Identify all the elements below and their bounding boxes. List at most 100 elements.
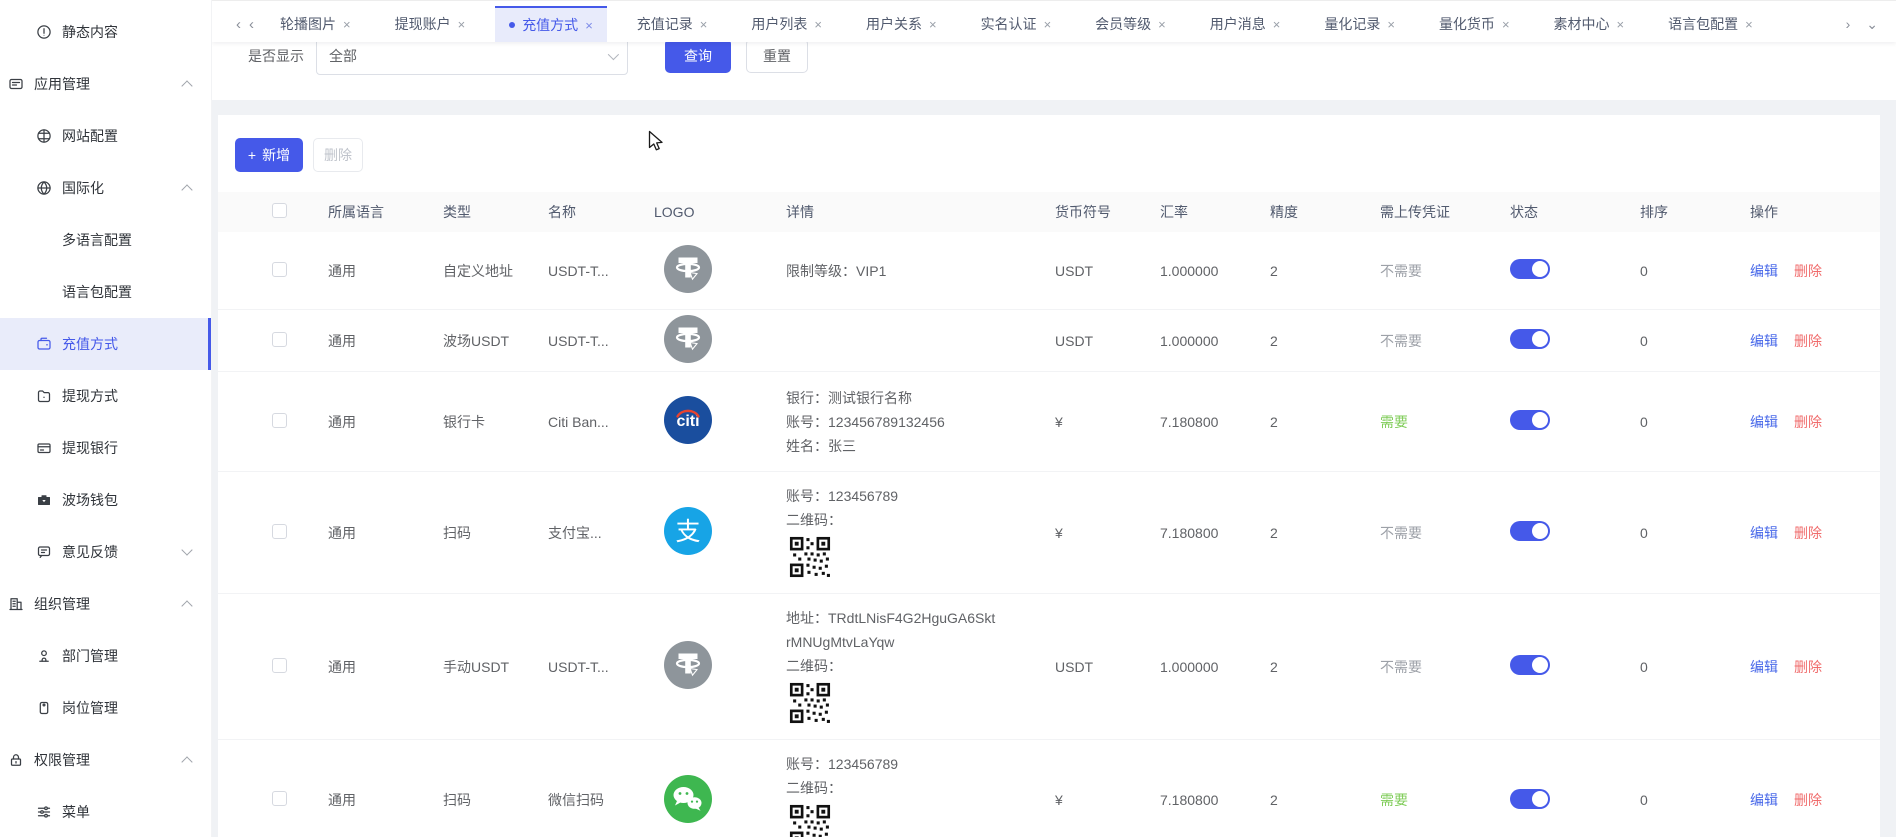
tab-carousel-images[interactable]: 轮播图片× (266, 6, 365, 42)
recharge-methods-table: 所属语言 类型 名称 LOGO 详情 货币符号 汇率 精度 需上传凭证 状态 排… (218, 192, 1880, 837)
sidebar-item-department-management[interactable]: 部门管理 (0, 630, 211, 682)
sidebar-item-app-management[interactable]: 应用管理 (0, 58, 211, 110)
cell-currency-symbol: USDT (1055, 263, 1160, 279)
close-icon[interactable]: × (1273, 17, 1281, 32)
cell-rate: 1.000000 (1160, 333, 1270, 349)
sidebar-item-menu[interactable]: 菜单 (0, 786, 211, 837)
sidebar-item-label: 菜单 (62, 802, 90, 822)
voucher-status: 不需要 (1380, 263, 1422, 279)
tab-user-messages[interactable]: 用户消息× (1196, 6, 1295, 42)
row-checkbox[interactable] (272, 658, 287, 673)
tabs-scroll-left-icon[interactable]: ‹ (232, 6, 245, 42)
sidebar-item-label: 波场钱包 (62, 490, 118, 510)
sidebar-item-internationalization[interactable]: 国际化 (0, 162, 211, 214)
row-checkbox[interactable] (272, 791, 287, 806)
reset-button[interactable]: 重置 (746, 42, 808, 73)
status-toggle[interactable] (1510, 410, 1550, 430)
bank-card-icon (36, 440, 52, 456)
close-icon[interactable]: × (458, 17, 466, 32)
close-icon[interactable]: × (700, 17, 708, 32)
chevron-up-icon (181, 80, 192, 91)
tabs-more-icon[interactable]: ⌄ (1858, 16, 1886, 33)
table-row: 通用 扫码 微信扫码 账号：123456789 二维码： ¥ 7.180800 … (218, 740, 1880, 837)
sidebar-item-tron-wallet[interactable]: 波场钱包 (0, 474, 211, 526)
sidebar-item-label: 意见反馈 (62, 542, 118, 562)
status-toggle[interactable] (1510, 329, 1550, 349)
close-icon[interactable]: × (1158, 17, 1166, 32)
withdraw-folder-icon (36, 388, 52, 404)
close-icon[interactable]: × (1044, 17, 1052, 32)
tab-recharge-records[interactable]: 充值记录× (623, 6, 722, 42)
close-icon[interactable]: × (1502, 17, 1510, 32)
close-icon[interactable]: × (1745, 17, 1753, 32)
edit-link[interactable]: 编辑 (1750, 525, 1778, 541)
cell-type: 银行卡 (443, 412, 548, 432)
close-icon[interactable]: × (1387, 17, 1395, 32)
tab-quant-records[interactable]: 量化记录× (1310, 6, 1409, 42)
sidebar-item-withdraw-bank[interactable]: 提现银行 (0, 422, 211, 474)
tab-user-list[interactable]: 用户列表× (737, 6, 836, 42)
edit-link[interactable]: 编辑 (1750, 659, 1778, 675)
delete-link[interactable]: 删除 (1794, 414, 1822, 430)
close-icon[interactable]: × (814, 17, 822, 32)
close-icon[interactable]: × (929, 17, 937, 32)
tab-real-name-auth[interactable]: 实名认证× (967, 6, 1066, 42)
edit-link[interactable]: 编辑 (1750, 263, 1778, 279)
visibility-select[interactable]: 全部 (316, 42, 628, 75)
sidebar-item-site-config[interactable]: 网站配置 (0, 110, 211, 162)
select-all-checkbox[interactable] (272, 203, 287, 218)
edit-link[interactable]: 编辑 (1750, 333, 1778, 349)
cell-rate: 1.000000 (1160, 659, 1270, 675)
sidebar-item-recharge-method[interactable]: 充值方式 (0, 318, 211, 370)
delete-button[interactable]: 删除 (313, 138, 363, 172)
search-button[interactable]: 查询 (665, 42, 731, 73)
tab-langpack-config[interactable]: 语言包配置× (1654, 6, 1767, 42)
tab-withdraw-account[interactable]: 提现账户× (381, 6, 480, 42)
delete-link[interactable]: 删除 (1794, 792, 1822, 808)
edit-link[interactable]: 编辑 (1750, 414, 1778, 430)
add-button[interactable]: +新增 (235, 138, 303, 172)
status-toggle[interactable] (1510, 521, 1550, 541)
row-checkbox[interactable] (272, 332, 287, 347)
delete-link[interactable]: 删除 (1794, 333, 1822, 349)
delete-link[interactable]: 删除 (1794, 263, 1822, 279)
sidebar-item-post-management[interactable]: 岗位管理 (0, 682, 211, 734)
tab-quant-currency[interactable]: 量化货币× (1425, 6, 1524, 42)
edit-link[interactable]: 编辑 (1750, 792, 1778, 808)
row-checkbox[interactable] (272, 262, 287, 277)
close-icon[interactable]: × (585, 18, 593, 33)
tab-member-level[interactable]: 会员等级× (1081, 6, 1180, 42)
tab-material-center[interactable]: 素材中心× (1540, 6, 1639, 42)
status-toggle[interactable] (1510, 259, 1550, 279)
tabs-scroll-right-icon[interactable]: › (1838, 16, 1859, 32)
tab-user-relations[interactable]: 用户关系× (852, 6, 951, 42)
cell-precision: 2 (1270, 792, 1380, 808)
plus-icon: + (248, 147, 256, 163)
delete-link[interactable]: 删除 (1794, 659, 1822, 675)
sidebar-item-organization-management[interactable]: 组织管理 (0, 578, 211, 630)
sidebar-item-static-content[interactable]: 静态内容 (0, 6, 211, 58)
cell-precision: 2 (1270, 414, 1380, 430)
cell-name: USDT-T... (548, 659, 654, 675)
detail-line: 地址：TRdtLNisF4G2HguGA6Skt (786, 606, 1055, 630)
sidebar-item-withdraw-method[interactable]: 提现方式 (0, 370, 211, 422)
table-row: 通用 银行卡 Citi Ban... citi 银行：测试银行名称 账号：123… (218, 372, 1880, 472)
chevron-down-icon (181, 544, 192, 555)
status-toggle[interactable] (1510, 789, 1550, 809)
tab-recharge-method[interactable]: 充值方式× (495, 6, 607, 42)
citi-logo: citi (664, 396, 712, 444)
col-voucher: 需上传凭证 (1380, 202, 1510, 222)
row-checkbox[interactable] (272, 413, 287, 428)
sidebar-item-langpack-config[interactable]: 语言包配置 (0, 266, 211, 318)
row-checkbox[interactable] (272, 524, 287, 539)
cell-rate: 7.180800 (1160, 525, 1270, 541)
detail-line: 二维码： (786, 508, 1055, 532)
close-icon[interactable]: × (343, 17, 351, 32)
sidebar-item-multilang-config[interactable]: 多语言配置 (0, 214, 211, 266)
sidebar-item-permission-management[interactable]: 权限管理 (0, 734, 211, 786)
close-icon[interactable]: × (1617, 17, 1625, 32)
tabs-scroll-left-icon[interactable]: ‹ (245, 6, 258, 42)
status-toggle[interactable] (1510, 655, 1550, 675)
sidebar-item-feedback[interactable]: 意见反馈 (0, 526, 211, 578)
delete-link[interactable]: 删除 (1794, 525, 1822, 541)
